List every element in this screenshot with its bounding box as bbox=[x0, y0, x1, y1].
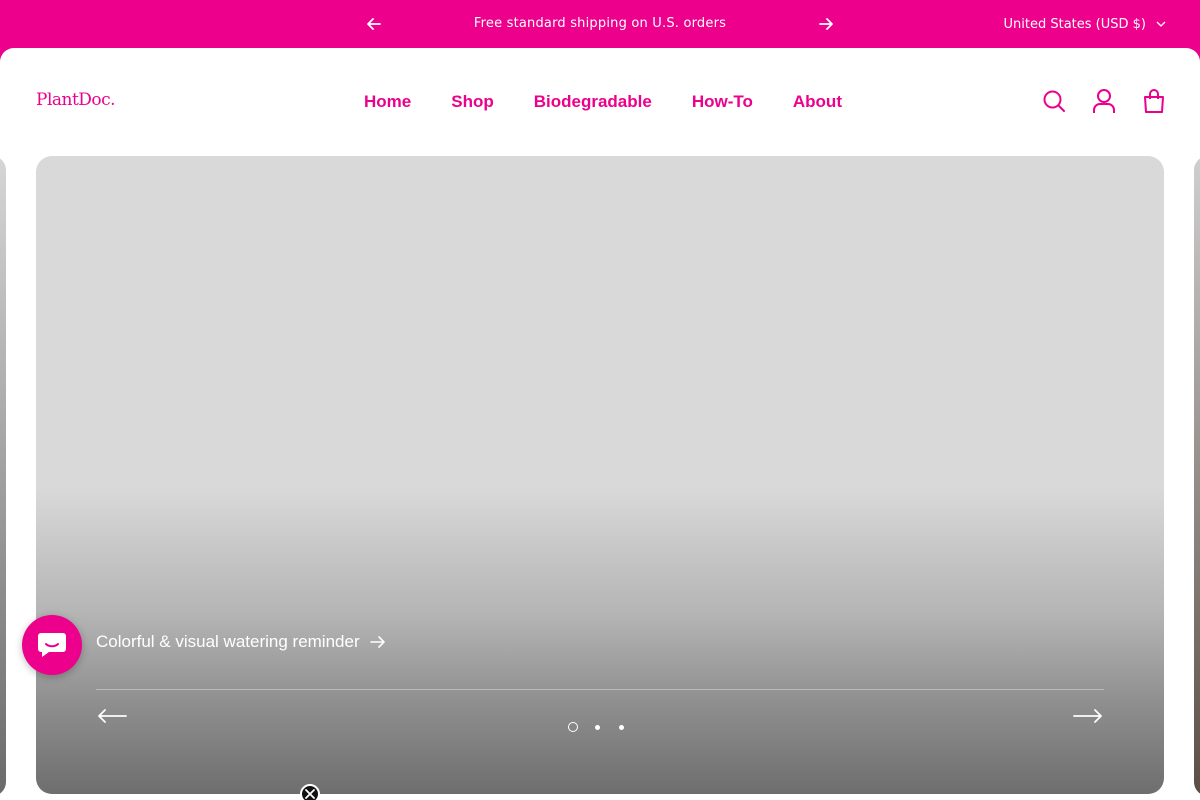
slide-dot-3[interactable] bbox=[616, 722, 626, 732]
chevron-down-icon bbox=[1156, 21, 1166, 27]
chat-button[interactable] bbox=[22, 615, 82, 675]
long-arrow-left-icon bbox=[98, 709, 127, 723]
slide-divider bbox=[96, 689, 1104, 690]
logo[interactable]: PlantDoc. bbox=[36, 90, 116, 110]
nav-biodegradable[interactable]: Biodegradable bbox=[534, 92, 652, 112]
slide-caption-link[interactable]: Colorful & visual watering reminder bbox=[96, 632, 386, 652]
popup-close-button[interactable] bbox=[300, 784, 320, 800]
next-slide-peek bbox=[1194, 156, 1200, 796]
arrow-right-icon bbox=[819, 18, 833, 30]
announcement-next-button[interactable] bbox=[816, 14, 836, 34]
main-nav: Home Shop Biodegradable How-To About bbox=[364, 48, 842, 156]
search-button[interactable] bbox=[1042, 88, 1066, 114]
slide-dot-1[interactable] bbox=[568, 722, 578, 732]
slide-prev-button[interactable] bbox=[96, 704, 128, 728]
announcement-bar: Free standard shipping on U.S. orders Un… bbox=[0, 0, 1200, 48]
nav-about[interactable]: About bbox=[793, 92, 842, 112]
close-icon bbox=[305, 789, 315, 799]
previous-slide-peek bbox=[0, 156, 6, 796]
site-header: PlantDoc. Home Shop Biodegradable How-To… bbox=[0, 48, 1200, 156]
slide-caption: Colorful & visual watering reminder bbox=[96, 632, 360, 651]
long-arrow-right-icon bbox=[1073, 709, 1102, 723]
main-content: PlantDoc. Home Shop Biodegradable How-To… bbox=[0, 48, 1200, 800]
announcement-prev-button[interactable] bbox=[364, 14, 384, 34]
country-selector[interactable]: United States (USD $) bbox=[1004, 0, 1167, 48]
slide-dot-2[interactable] bbox=[592, 722, 602, 732]
arrow-right-icon bbox=[369, 636, 385, 648]
nav-shop[interactable]: Shop bbox=[451, 92, 494, 112]
arrow-left-icon bbox=[367, 18, 381, 30]
account-icon bbox=[1093, 89, 1115, 113]
cart-icon bbox=[1144, 89, 1164, 113]
country-label: United States (USD $) bbox=[1003, 16, 1147, 32]
search-icon bbox=[1043, 90, 1065, 112]
nav-home[interactable]: Home bbox=[364, 92, 411, 112]
nav-how-to[interactable]: How-To bbox=[692, 92, 753, 112]
announcement-message: Free standard shipping on U.S. orders bbox=[473, 16, 727, 31]
cart-button[interactable] bbox=[1142, 88, 1166, 114]
hero-slide[interactable]: Colorful & visual watering reminder bbox=[36, 156, 1164, 794]
header-icons bbox=[1042, 88, 1166, 114]
account-button[interactable] bbox=[1092, 88, 1116, 114]
slide-next-button[interactable] bbox=[1072, 704, 1104, 728]
slide-dots bbox=[568, 722, 626, 732]
chat-icon bbox=[38, 633, 66, 657]
